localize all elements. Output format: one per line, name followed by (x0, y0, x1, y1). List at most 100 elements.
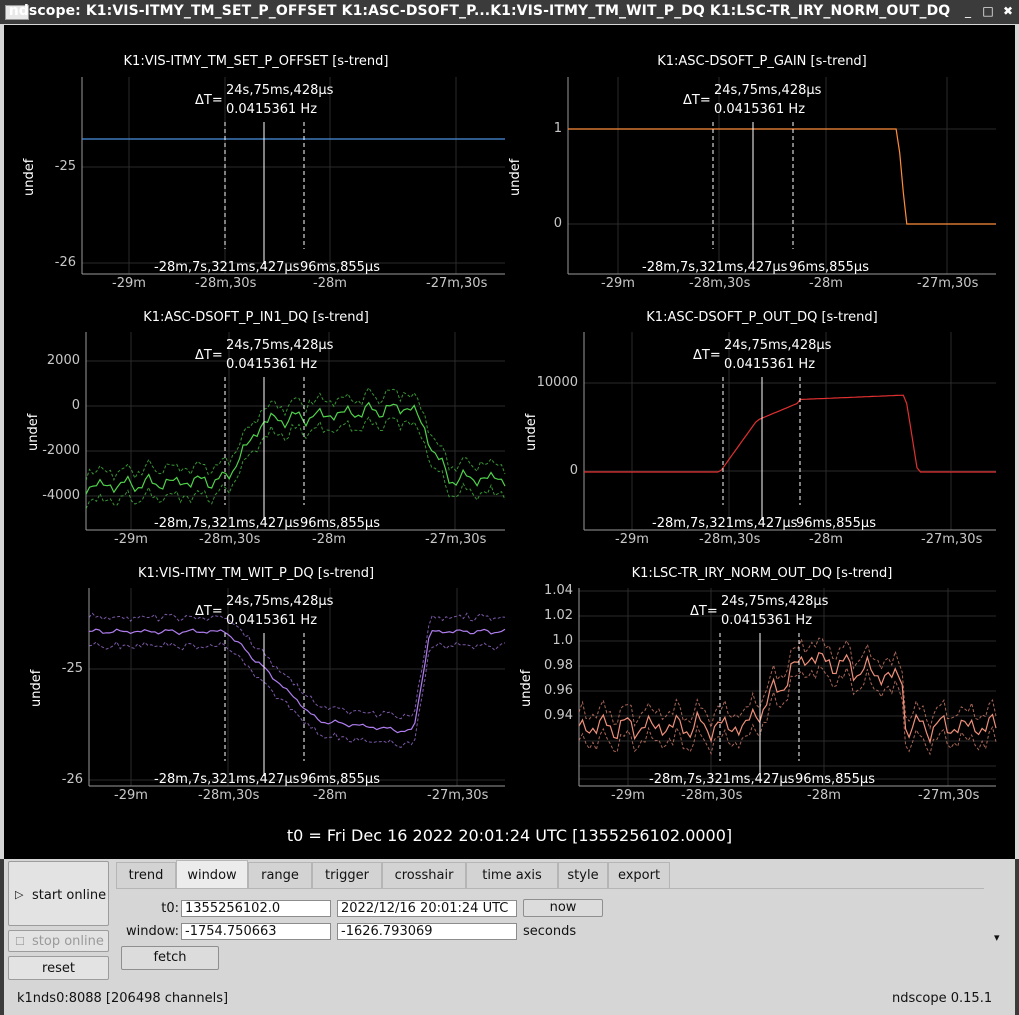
reset-label: reset (42, 961, 75, 976)
plot-panel-2[interactable]: K1:ASC-DSOFT_P_GAIN [s-trend] undef 1 0 -29m… (508, 50, 1014, 306)
cursor-t2-label: 96ms,855μs (300, 772, 380, 787)
series-line (584, 394, 996, 473)
y-tick-label: 0 (71, 398, 80, 413)
plot-panel-1[interactable]: K1:VIS-ITMY_TM_SET_P_OFFSET [s-trend] und… (4, 50, 508, 306)
start-online-button[interactable]: ▷ start online (8, 861, 109, 926)
y-tick-label: 1.0 (552, 633, 573, 648)
plot-panel-3[interactable]: K1:ASC-DSOFT_P_IN1_DQ [s-trend] undef 2000… (4, 306, 508, 562)
x-tick-label: -27m,30s (425, 532, 487, 547)
x-tick-label: -28m,30s (198, 788, 260, 803)
plot-panel-4[interactable]: K1:ASC-DSOFT_P_OUT_DQ [s-trend] undef 1000… (510, 306, 1014, 562)
delta-frequency-value: 0.0415361 Hz (226, 102, 318, 117)
plot-title: K1:LSC-TR_IRY_NORM_OUT_DQ [s-trend] (631, 566, 893, 581)
plot-panel-6[interactable]: K1:LSC-TR_IRY_NORM_OUT_DQ [s-trend] undef… (510, 562, 1014, 818)
fetch-button[interactable]: fetch (121, 946, 219, 970)
y-tick-label: -4000 (42, 488, 80, 503)
tab-time-axis[interactable]: time axis (466, 862, 558, 888)
cursor-t1-label: -28m,7s,321ms,427μs (642, 260, 788, 275)
x-tick-label: -28m (313, 788, 347, 803)
x-tick-label: -28m,30s (681, 788, 743, 803)
x-tick-label: -28m (809, 276, 843, 291)
plot-title: K1:ASC-DSOFT_P_OUT_DQ [s-trend] (646, 310, 878, 325)
series-line (568, 128, 996, 225)
play-icon: ▷ (15, 888, 24, 901)
window-label: window: (126, 924, 179, 939)
y-tick-label: -2000 (42, 443, 80, 458)
delta-t-label: ΔT= (195, 604, 223, 619)
y-tick-label: -25 (61, 661, 83, 676)
y-tick-label: 1.02 (544, 608, 573, 623)
delta-t-label: ΔT= (195, 348, 223, 363)
y-tick-label: 0 (569, 463, 578, 478)
x-tick-label: -28m,30s (699, 532, 761, 547)
control-panel: ▷ start online ☐ stop online reset trend… (0, 859, 1019, 1015)
y-tick-label: 0.98 (544, 658, 573, 673)
start-online-label: start online (32, 888, 107, 903)
delta-frequency-value: 0.0415361 Hz (226, 357, 318, 372)
window-end-field[interactable]: -1626.793069 (337, 923, 517, 940)
x-tick-label: -29m (601, 276, 635, 291)
delta-t-label: ΔT= (683, 93, 711, 108)
stop-online-button: ☐ stop online (8, 930, 109, 952)
maximize-button[interactable]: □ (980, 3, 996, 19)
t0-gps-field[interactable]: 1355256102.0 (181, 900, 331, 917)
delta-frequency-value: 0.0415361 Hz (714, 102, 806, 117)
tab-style[interactable]: style (558, 862, 608, 888)
now-button[interactable]: now (523, 899, 603, 917)
delta-t-value: 24s,75ms,428μs (226, 338, 334, 353)
y-tick-label: 0 (553, 216, 562, 231)
x-tick-label: -27m,30s (427, 788, 489, 803)
t0-utc-field[interactable]: 2022/12/16 20:01:24 UTC (337, 900, 517, 917)
y-tick-label: 0.96 (544, 683, 573, 698)
cursor-t1-label: -28m,7s,321ms,427μs (649, 772, 795, 787)
cursor-t2-label: 96ms,855μs (796, 516, 876, 531)
x-tick-label: -28m (312, 532, 346, 547)
minimize-button[interactable]: _ (960, 3, 976, 19)
y-tick-label: -26 (54, 255, 76, 270)
x-tick-label: -28m (809, 532, 843, 547)
tab-window[interactable]: window (176, 860, 248, 888)
delta-t-value: 24s,75ms,428μs (226, 83, 334, 98)
delta-t-label: ΔT= (690, 604, 718, 619)
cursor-t1-label: -28m,7s,321ms,427μs (154, 516, 300, 531)
series-min-envelope (85, 416, 506, 509)
x-tick-label: -27m,30s (917, 276, 979, 291)
x-tick-label: -29m (615, 532, 649, 547)
x-tick-label: -28m,30s (199, 532, 261, 547)
chevron-down-icon[interactable]: ▾ (994, 931, 1000, 944)
y-tick-label: 0.94 (544, 708, 573, 723)
title-bar: ndscope: K1:VIS-ITMY_TM_SET_P_OFFSET K1:… (0, 0, 1019, 24)
series-max-envelope (85, 386, 506, 482)
window-title: ndscope: K1:VIS-ITMY_TM_SET_P_OFFSET K1:… (8, 3, 951, 19)
x-tick-label: -27m,30s (426, 276, 488, 291)
plot-title: K1:ASC-DSOFT_P_IN1_DQ [s-trend] (143, 310, 369, 325)
y-tick-label: 1.04 (544, 583, 573, 598)
seconds-label: seconds (523, 924, 577, 939)
tab-trend[interactable]: trend (116, 862, 176, 888)
delta-t-label: ΔT= (693, 348, 721, 363)
plot-panel-5[interactable]: K1:VIS-ITMY_TM_WIT_P_DQ [s-trend] undef -2… (4, 562, 508, 818)
cursor-t2-label: 96ms,855μs (300, 516, 380, 531)
series-line (85, 401, 506, 495)
y-tick-label: 10000 (536, 375, 578, 390)
x-tick-label: -28m,30s (195, 276, 257, 291)
delta-t-value: 24s,75ms,428μs (721, 594, 829, 609)
x-tick-label: -27m,30s (918, 788, 980, 803)
x-tick-label: -29m (114, 788, 148, 803)
y-tick-label: -26 (61, 772, 83, 787)
tab-trigger[interactable]: trigger (312, 862, 382, 888)
delta-t-label: ΔT= (195, 93, 223, 108)
delta-t-value: 24s,75ms,428μs (226, 594, 334, 609)
plot-title: K1:VIS-ITMY_TM_SET_P_OFFSET [s-trend] (123, 54, 389, 69)
tab-export[interactable]: export (608, 862, 670, 888)
x-tick-label: -28m,30s (689, 276, 751, 291)
window-start-field[interactable]: -1754.750663 (181, 923, 331, 940)
delta-frequency-value: 0.0415361 Hz (724, 357, 816, 372)
y-axis-label: undef (508, 158, 523, 196)
y-axis-label: undef (524, 413, 539, 451)
delta-frequency-value: 0.0415361 Hz (721, 613, 813, 628)
tab-range[interactable]: range (248, 862, 312, 888)
tab-crosshair[interactable]: crosshair (382, 862, 466, 888)
reset-button[interactable]: reset (8, 956, 109, 980)
close-button[interactable]: ✖ (1000, 3, 1016, 19)
